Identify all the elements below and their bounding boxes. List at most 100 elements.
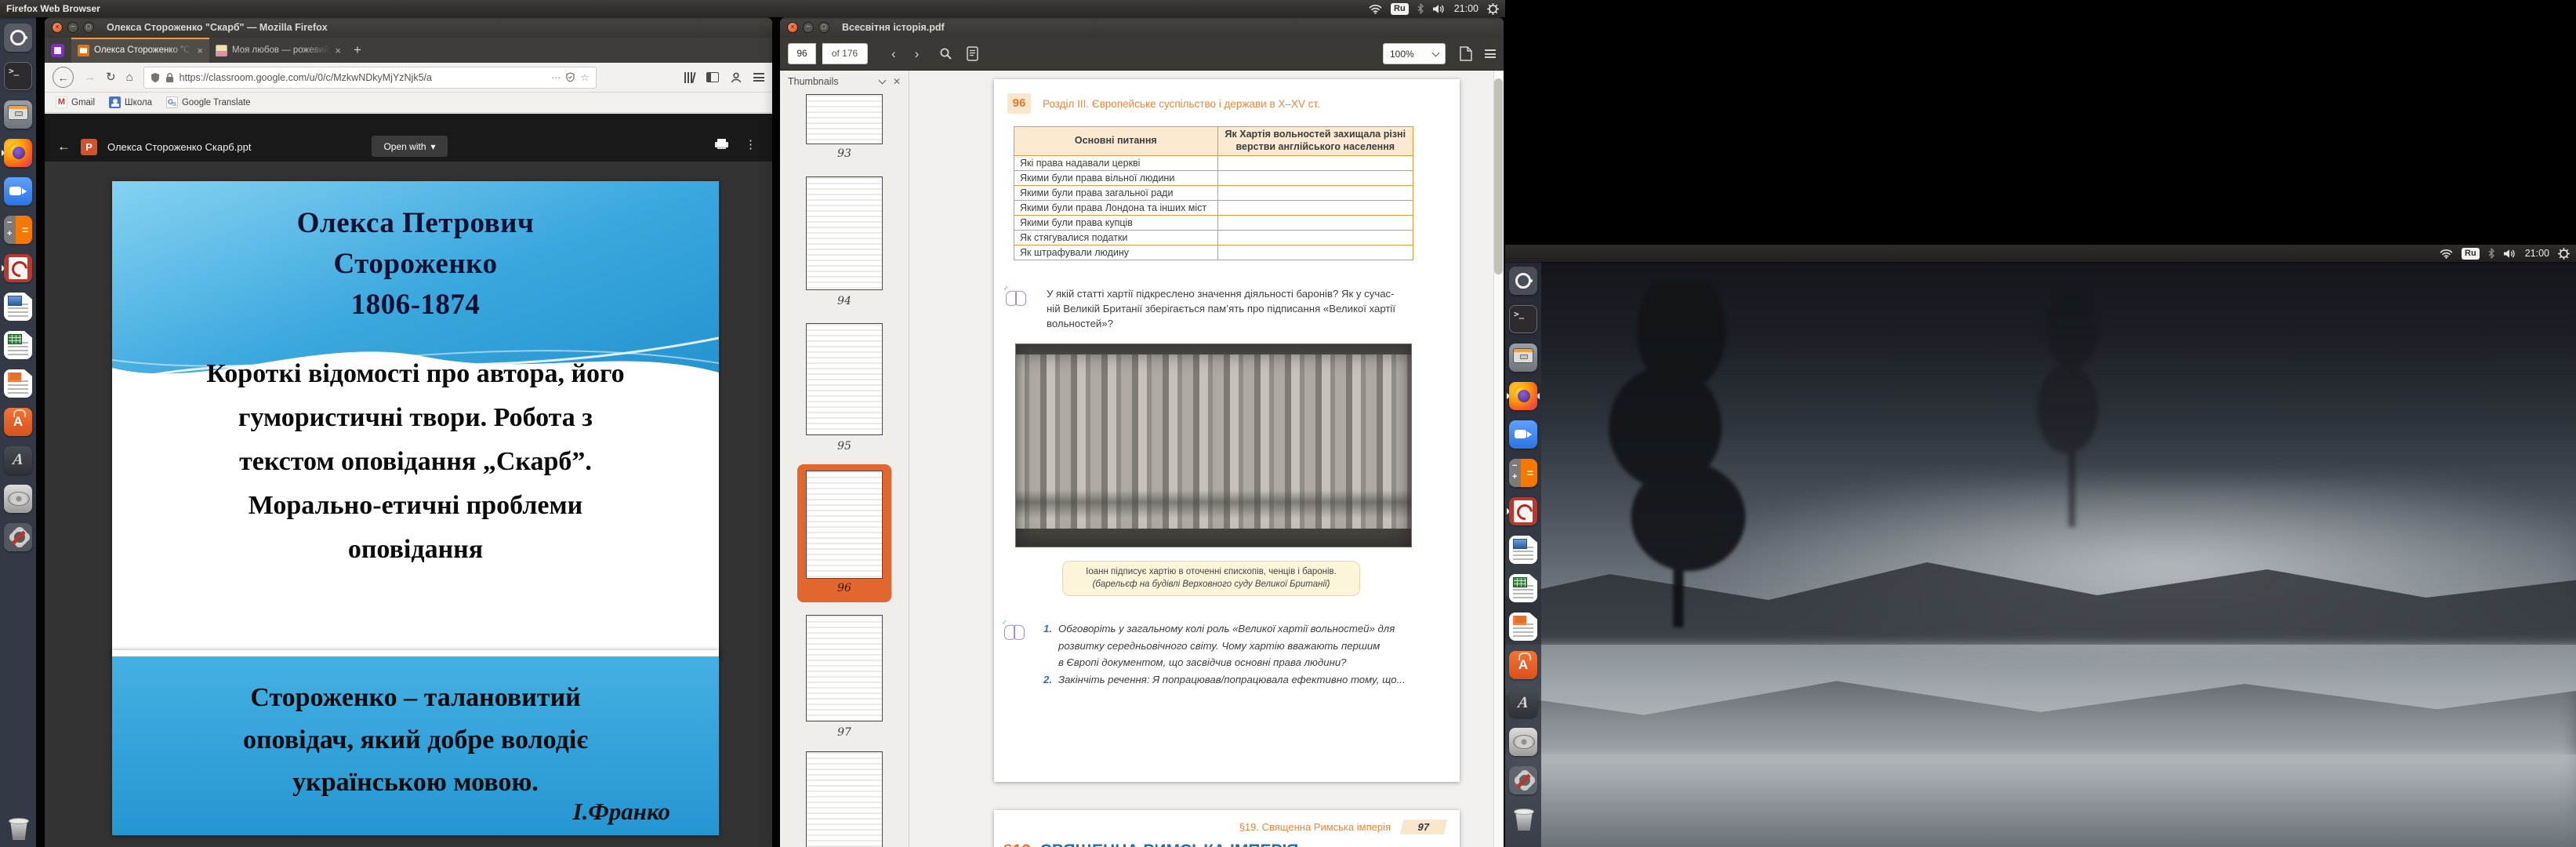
sidebar-close-icon[interactable]: ✕	[893, 76, 901, 87]
launcher-disks[interactable]	[2, 483, 34, 514]
bluetooth-icon[interactable]	[1417, 3, 1424, 14]
thumbnail-page-95[interactable]	[806, 323, 883, 435]
pinned-tab-icon[interactable]	[51, 44, 64, 57]
forward-button[interactable]: →	[84, 71, 96, 83]
table-row: Як стягувалися податки	[1014, 231, 1413, 245]
keyboard-layout-indicator[interactable]: Ru	[2462, 248, 2480, 260]
launcher-firefox[interactable]	[1508, 380, 1539, 412]
thumbnail-page-97[interactable]	[806, 615, 883, 722]
launcher-ubuntu-software[interactable]	[2, 406, 34, 438]
thumbnail-page-96-selected[interactable]	[806, 471, 883, 579]
tab-close-icon[interactable]: ×	[197, 45, 203, 56]
open-with-button[interactable]: Open with ▾	[372, 136, 448, 157]
app-menu-title[interactable]: Firefox Web Browser	[6, 3, 100, 14]
bookmark-gmail[interactable]: Gmail	[56, 96, 95, 108]
bookmark-school[interactable]: Школа	[109, 96, 152, 108]
bookmark-star-icon[interactable]: ☆	[580, 71, 589, 83]
launcher-files[interactable]	[2, 99, 34, 130]
launcher-firefox[interactable]	[2, 137, 34, 169]
launcher-document-viewer[interactable]	[2, 253, 34, 284]
launcher-system-settings[interactable]	[1508, 765, 1539, 796]
launcher-libreoffice-calc[interactable]	[1508, 573, 1539, 604]
zoom-level-dropdown[interactable]: 100%	[1383, 43, 1446, 64]
thumbnail-page-93[interactable]	[806, 94, 883, 144]
slides-preview-area[interactable]: Олекса Петрович Стороженко 1806-1874 Кор…	[45, 162, 772, 847]
launcher-ubuntu-dash[interactable]	[2, 22, 34, 53]
pdf-page-area[interactable]: 96 Розділ III. Європейське суспільство і…	[909, 71, 1504, 847]
url-bar[interactable]: https://classroom.google.com/u/0/c/MzkwN…	[143, 67, 597, 89]
launcher-files[interactable]	[1508, 342, 1539, 373]
volume-icon[interactable]	[1432, 4, 1446, 14]
launcher-disks[interactable]	[1508, 726, 1539, 758]
previous-page-button[interactable]: ‹	[885, 46, 902, 62]
close-button[interactable]	[787, 22, 798, 33]
launcher-amazon[interactable]	[2, 445, 34, 476]
launcher-system-settings[interactable]	[2, 522, 34, 553]
scrollbar-thumb[interactable]	[1494, 78, 1503, 274]
tab-close-icon[interactable]: ×	[335, 45, 341, 56]
launcher-zoom[interactable]	[1508, 419, 1539, 450]
launcher-libreoffice-calc[interactable]	[2, 329, 34, 361]
launcher-terminal[interactable]	[1508, 304, 1539, 335]
pdf-titlebar[interactable]: Всесвітня історія.pdf	[780, 17, 1504, 38]
sidebar-toggle-icon[interactable]	[706, 72, 719, 82]
page-actions-icon[interactable]: ⋯	[551, 71, 561, 83]
slide-2[interactable]: Стороженко – талановитий оповідач, який …	[112, 650, 719, 835]
wifi-icon[interactable]	[1369, 4, 1382, 14]
launcher-zoom[interactable]	[2, 176, 34, 207]
page-number-input[interactable]: 96	[788, 43, 816, 64]
next-page-button[interactable]: ›	[909, 46, 926, 62]
tab-presentation[interactable]: Олекса Стороженко "С ×	[71, 38, 209, 63]
launcher-libreoffice-impress[interactable]	[2, 368, 34, 399]
launcher-libreoffice-impress[interactable]	[1508, 611, 1539, 642]
minimize-button[interactable]	[803, 22, 814, 33]
launcher-document-viewer[interactable]	[1508, 496, 1539, 527]
annotations-icon[interactable]	[967, 46, 978, 61]
scrollbar[interactable]	[1493, 71, 1504, 847]
clock[interactable]: 21:00	[2525, 248, 2549, 259]
launcher-libreoffice-writer[interactable]	[1508, 534, 1539, 565]
reload-button[interactable]: ↻	[106, 71, 116, 83]
new-tab-button[interactable]: +	[354, 42, 361, 58]
shield-icon[interactable]	[151, 72, 160, 83]
thumbnail-page-98[interactable]	[806, 751, 883, 847]
maximize-button[interactable]	[83, 22, 94, 33]
account-icon[interactable]	[730, 71, 742, 84]
launcher-trash[interactable]	[2, 812, 34, 844]
thumbnail-page-94[interactable]	[806, 176, 883, 290]
launcher-ubuntu-software[interactable]	[1508, 649, 1539, 681]
launcher-ubuntu-dash[interactable]	[1508, 265, 1539, 296]
more-options-icon[interactable]: ⋮	[745, 137, 756, 151]
slide-1[interactable]: Олекса Петрович Стороженко 1806-1874 Кор…	[112, 181, 719, 658]
wifi-icon[interactable]	[2440, 249, 2453, 259]
launcher-calculator[interactable]	[1508, 457, 1539, 489]
maximize-button[interactable]	[818, 22, 829, 33]
launcher-amazon[interactable]	[1508, 688, 1539, 719]
session-gear-icon[interactable]	[1487, 3, 1499, 15]
launcher-trash[interactable]	[1508, 803, 1539, 834]
back-button[interactable]: ←	[53, 67, 74, 88]
volume-icon[interactable]	[2503, 249, 2516, 259]
keyboard-layout-indicator[interactable]: Ru	[1391, 3, 1409, 15]
minimize-button[interactable]	[67, 22, 78, 33]
print-icon[interactable]	[715, 139, 728, 151]
search-icon[interactable]	[939, 47, 952, 60]
library-icon[interactable]	[684, 72, 695, 83]
menu-hamburger-icon[interactable]	[1485, 48, 1496, 60]
launcher-calculator[interactable]	[2, 214, 34, 245]
page-thumbnail-icon[interactable]	[1460, 46, 1472, 61]
chevron-down-icon[interactable]	[878, 76, 886, 84]
firefox-titlebar[interactable]: Олекса Стороженко "Скарб" — Mozilla Fire…	[45, 17, 772, 38]
protections-icon[interactable]	[566, 72, 575, 82]
tab-second[interactable]: Моя любов — рожевий ×	[209, 38, 347, 63]
preview-back-arrow[interactable]: ←	[57, 139, 71, 154]
launcher-libreoffice-writer[interactable]	[2, 291, 34, 322]
bookmark-translate[interactable]: Google Translate	[166, 96, 251, 108]
session-gear-icon[interactable]	[2558, 248, 2570, 260]
bluetooth-icon[interactable]	[2488, 248, 2494, 259]
launcher-terminal[interactable]	[2, 60, 34, 92]
home-button[interactable]: ⌂	[126, 71, 133, 83]
clock[interactable]: 21:00	[1454, 3, 1478, 14]
close-button[interactable]	[52, 22, 63, 33]
menu-hamburger-icon[interactable]	[753, 71, 764, 84]
